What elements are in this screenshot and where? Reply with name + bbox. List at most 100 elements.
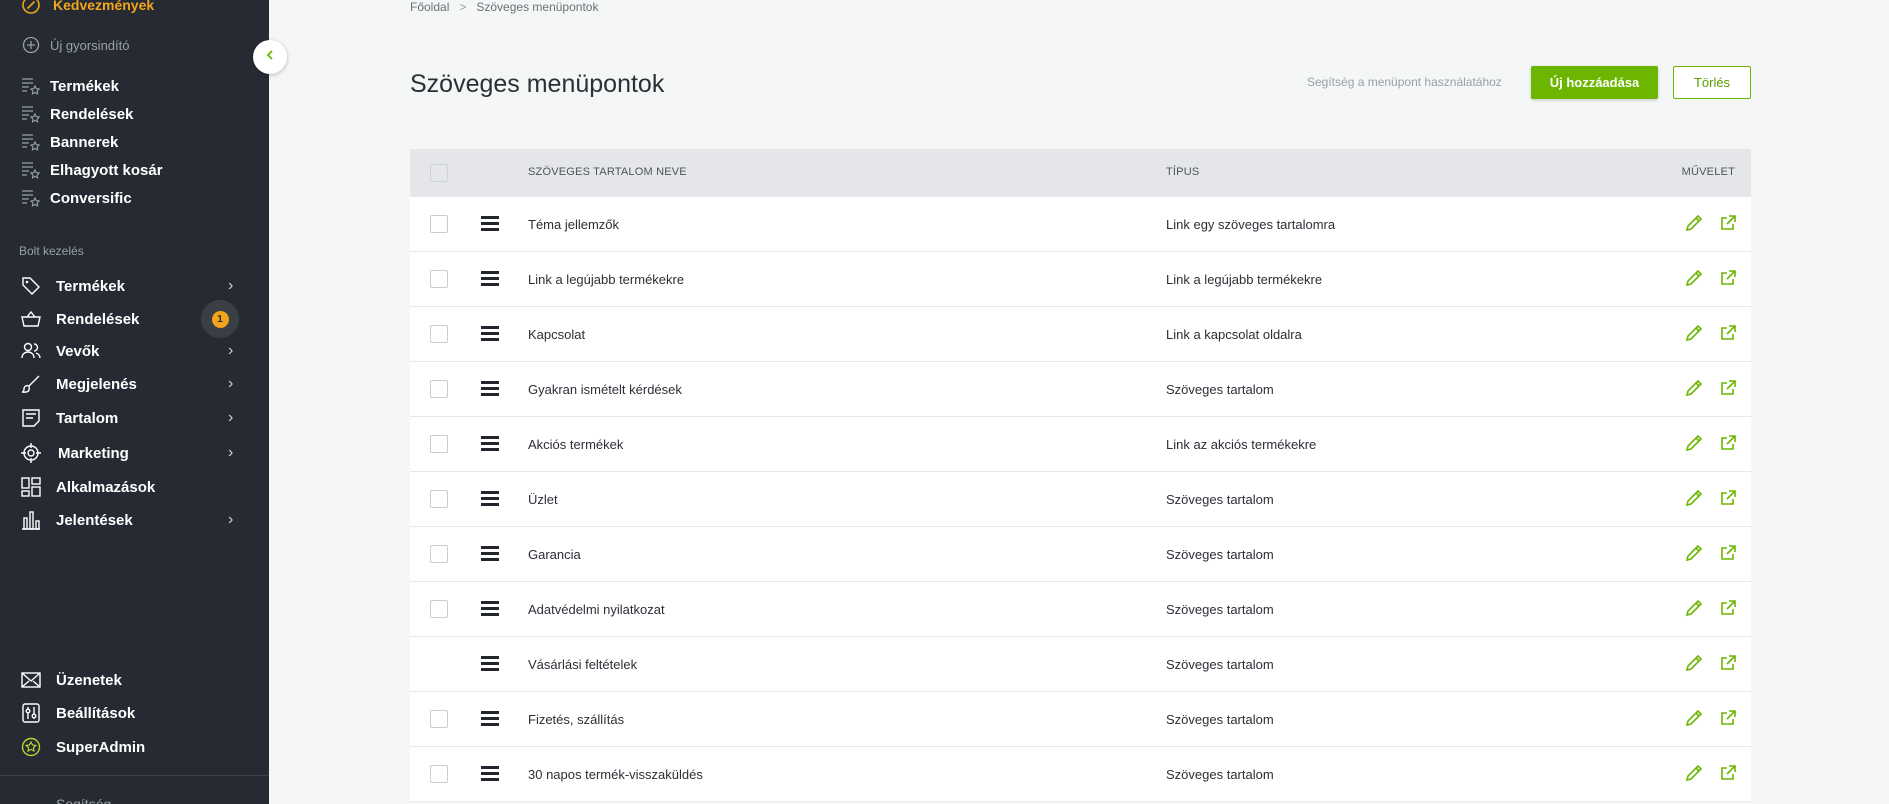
sidebar-item-content[interactable]: Tartalom ›	[0, 405, 269, 431]
favorite-label: Rendelések	[50, 105, 134, 123]
row-checkbox[interactable]	[430, 600, 448, 618]
sidebar-item-appearance[interactable]: Megjelenés ›	[0, 371, 269, 397]
row-name: Vásárlási feltételek	[528, 657, 638, 672]
sidebar-item-messages[interactable]: Üzenetek	[0, 667, 269, 693]
external-link-icon[interactable]	[1720, 545, 1736, 561]
pencil-icon[interactable]	[1684, 488, 1704, 508]
page-title: Szöveges menüpontok	[410, 70, 665, 98]
favorite-item[interactable]: Rendelések	[0, 101, 269, 127]
external-link-icon[interactable]	[1720, 600, 1736, 616]
sidebar: Kedvezmények Új gyorsindító Termékek Ren…	[0, 0, 269, 804]
pencil-icon[interactable]	[1684, 653, 1704, 673]
row-checkbox[interactable]	[430, 325, 448, 343]
chart-icon	[20, 509, 42, 531]
row-type: Szöveges tartalom	[1166, 657, 1274, 672]
row-name: Garancia	[528, 547, 581, 562]
table-row: Gyakran ismételt kérdések Szöveges tartal…	[410, 362, 1751, 417]
external-link-icon[interactable]	[1720, 655, 1736, 671]
sidebar-section-label: Bolt kezelés	[19, 244, 84, 258]
pencil-icon[interactable]	[1684, 763, 1704, 783]
drag-handle-icon[interactable]	[481, 326, 499, 342]
pencil-icon[interactable]	[1684, 268, 1704, 288]
sidebar-item-products[interactable]: Termékek ›	[0, 273, 269, 299]
external-link-icon[interactable]	[1720, 380, 1736, 396]
row-checkbox[interactable]	[430, 270, 448, 288]
row-checkbox[interactable]	[430, 490, 448, 508]
basket-icon	[20, 308, 42, 330]
pencil-icon[interactable]	[1684, 213, 1704, 233]
external-link-icon[interactable]	[1720, 490, 1736, 506]
favorite-item[interactable]: Termékek	[0, 73, 269, 99]
drag-handle-icon[interactable]	[481, 546, 499, 562]
external-link-icon[interactable]	[1720, 710, 1736, 726]
drag-handle-icon[interactable]	[481, 436, 499, 452]
sidebar-item-reports[interactable]: Jelentések ›	[0, 507, 269, 533]
drag-handle-icon[interactable]	[481, 216, 499, 232]
drag-handle-icon[interactable]	[481, 271, 499, 287]
row-checkbox[interactable]	[430, 435, 448, 453]
sidebar-item-superadmin[interactable]: SuperAdmin	[0, 734, 269, 760]
add-new-button[interactable]: Új hozzáadása	[1531, 66, 1658, 99]
favorite-label: Elhagyott kosár	[50, 161, 163, 179]
row-name: Üzlet	[528, 492, 558, 507]
delete-button[interactable]: Törlés	[1673, 66, 1751, 99]
users-icon	[20, 340, 42, 362]
row-checkbox[interactable]	[430, 765, 448, 783]
favorite-label: Bannerek	[50, 133, 119, 151]
row-name: Gyakran ismételt kérdések	[528, 382, 682, 397]
row-checkbox[interactable]	[430, 710, 448, 728]
table-row: Adatvédelmi nyilatkozat Szöveges tartalom	[410, 582, 1751, 637]
external-link-icon[interactable]	[1720, 270, 1736, 286]
table-row: Link a legújabb termékekre Link a legújab…	[410, 252, 1751, 307]
drag-handle-icon[interactable]	[481, 766, 499, 782]
row-name: 30 napos termék-visszaküldés	[528, 767, 703, 782]
sidebar-item-label: Megjelenés	[56, 375, 137, 393]
sidebar-item-apps[interactable]: Alkalmazások	[0, 474, 269, 500]
sidebar-collapse-button[interactable]	[253, 40, 287, 74]
new-shortcut-button[interactable]: Új gyorsindító	[0, 32, 269, 58]
sidebar-item-label: Beállítások	[56, 704, 136, 722]
sidebar-favorites-header[interactable]: Kedvezmények	[0, 0, 269, 18]
chevron-right-icon: ›	[228, 444, 234, 461]
table-header: SZÖVEGES TARTALOM NEVE TÍPUS MŰVELET	[410, 149, 1751, 197]
sidebar-item-marketing[interactable]: Marketing ›	[0, 440, 269, 466]
sidebar-item-orders[interactable]: Rendelések 1	[0, 300, 269, 338]
drag-handle-icon[interactable]	[481, 601, 499, 617]
pencil-icon[interactable]	[1684, 378, 1704, 398]
row-name: Adatvédelmi nyilatkozat	[528, 602, 665, 617]
drag-handle-icon[interactable]	[481, 381, 499, 397]
table-row: Vásárlási feltételek Szöveges tartalom	[410, 637, 1751, 692]
pencil-icon[interactable]	[1684, 543, 1704, 563]
favorite-item[interactable]: Elhagyott kosár	[0, 157, 269, 183]
help-link[interactable]: Segítség a menüpont használatához	[1307, 75, 1502, 89]
column-header-action: MŰVELET	[1681, 166, 1735, 178]
drag-handle-icon[interactable]	[481, 656, 499, 672]
sidebar-help-link[interactable]: Segítség	[56, 796, 111, 804]
external-link-icon[interactable]	[1720, 435, 1736, 451]
pencil-icon[interactable]	[1684, 323, 1704, 343]
row-type: Link a legújabb termékekre	[1166, 272, 1323, 287]
drag-handle-icon[interactable]	[481, 491, 499, 507]
external-link-icon[interactable]	[1720, 215, 1736, 231]
drag-handle-icon[interactable]	[481, 711, 499, 727]
sidebar-item-settings[interactable]: Beállítások	[0, 700, 269, 726]
row-checkbox[interactable]	[430, 545, 448, 563]
table-row: Garancia Szöveges tartalom	[410, 527, 1751, 582]
table-row: 30 napos termék-visszaküldés Szöveges tar…	[410, 747, 1751, 802]
doc-star-icon	[20, 103, 42, 125]
row-checkbox[interactable]	[430, 380, 448, 398]
favorite-item[interactable]: Bannerek	[0, 129, 269, 155]
external-link-icon[interactable]	[1720, 765, 1736, 781]
row-type: Link a kapcsolat oldalra	[1166, 327, 1302, 342]
sidebar-item-label: Alkalmazások	[56, 478, 156, 496]
sidebar-item-customers[interactable]: Vevők ›	[0, 338, 269, 364]
row-checkbox[interactable]	[430, 215, 448, 233]
pencil-icon[interactable]	[1684, 708, 1704, 728]
external-link-icon[interactable]	[1720, 325, 1736, 341]
favorite-item[interactable]: Conversific	[0, 185, 269, 211]
breadcrumb: Főoldal > Szöveges menüpontok	[410, 0, 598, 14]
pencil-icon[interactable]	[1684, 598, 1704, 618]
select-all-checkbox[interactable]	[430, 164, 448, 182]
breadcrumb-home[interactable]: Főoldal	[410, 0, 449, 14]
pencil-icon[interactable]	[1684, 433, 1704, 453]
